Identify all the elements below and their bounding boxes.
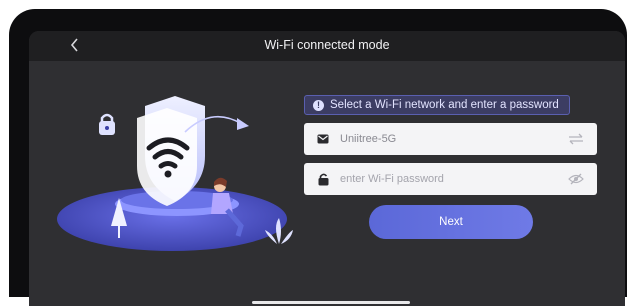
network-select-field[interactable]: Uniitree-5G — [304, 123, 597, 155]
info-icon: ! — [313, 99, 324, 111]
wifi-network-icon — [316, 134, 330, 144]
lock-icon — [316, 173, 330, 186]
page-title: Wi-Fi connected mode — [264, 38, 390, 52]
password-input[interactable] — [340, 173, 567, 185]
eye-hidden-icon[interactable] — [567, 173, 585, 185]
header-bar: Wi-Fi connected mode — [29, 31, 625, 61]
hint-banner: ! Select a Wi-Fi network and enter a pas… — [304, 95, 570, 115]
wifi-illustration — [57, 96, 293, 251]
hint-text: Select a Wi-Fi network and enter a passw… — [330, 99, 559, 111]
switch-network-icon[interactable] — [567, 133, 585, 145]
next-button[interactable]: Next — [369, 205, 533, 239]
app-screen: Wi-Fi connected mode ! Select a Wi-Fi ne… — [29, 31, 625, 306]
lock-decoration — [99, 113, 115, 135]
device-frame: Wi-Fi connected mode ! Select a Wi-Fi ne… — [9, 9, 627, 306]
home-indicator[interactable] — [252, 301, 410, 304]
password-field[interactable] — [304, 163, 597, 195]
network-name: Uniitree-5G — [340, 133, 397, 145]
